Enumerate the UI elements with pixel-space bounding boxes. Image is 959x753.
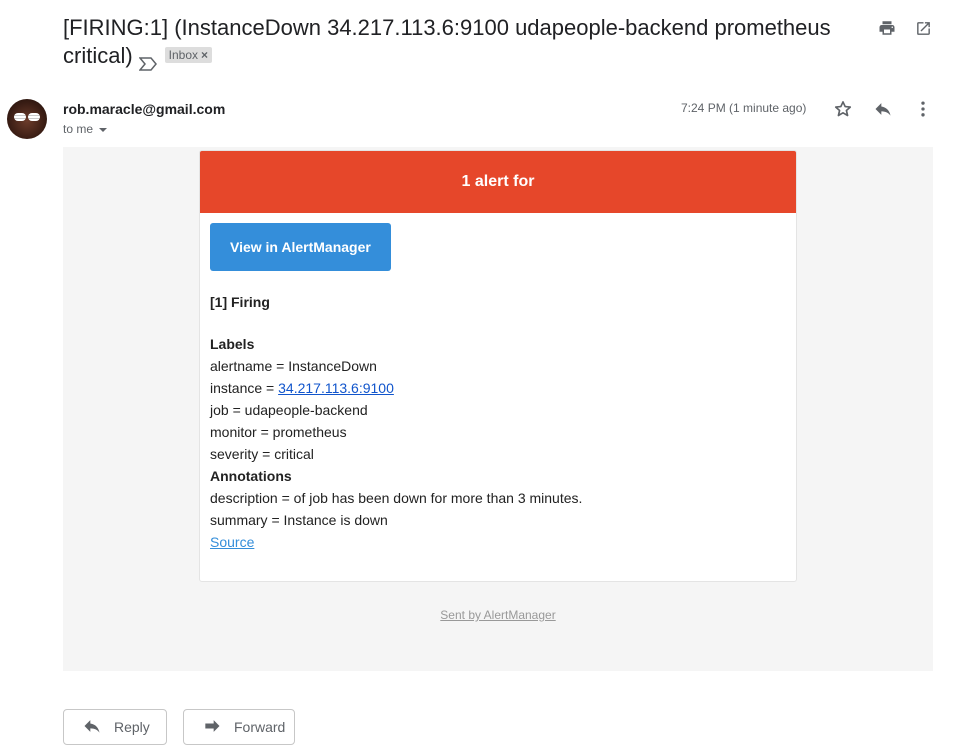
label-value: critical: [274, 446, 314, 462]
recipient-line[interactable]: to me: [63, 122, 108, 136]
sender-avatar[interactable]: [7, 99, 47, 139]
recipient-label: to me: [63, 122, 94, 136]
source-link[interactable]: Source: [210, 534, 254, 550]
label-row-alertname: alertname = InstanceDown: [210, 358, 377, 374]
top-actions: [877, 18, 933, 38]
message-actions: [832, 98, 933, 119]
label-value: udapeople-backend: [244, 402, 368, 418]
label-row-job: job = udapeople-backend: [210, 402, 368, 418]
reply-actions: Reply Forward: [63, 709, 295, 745]
forward-icon: [202, 716, 222, 739]
avatar-eye-left: [14, 113, 26, 121]
forward-button[interactable]: Forward: [183, 709, 295, 745]
label-row-severity: severity = critical: [210, 446, 314, 462]
alert-header: 1 alert for: [200, 151, 796, 213]
label-key: instance: [210, 380, 263, 396]
reply-icon[interactable]: [872, 98, 893, 119]
annotation-key: description: [210, 490, 278, 506]
annotations-heading: Annotations: [210, 468, 292, 484]
view-in-alertmanager-button[interactable]: View in AlertManager: [210, 223, 391, 271]
label-key: monitor: [210, 424, 257, 440]
label-key: job: [210, 402, 229, 418]
reply-label: Reply: [114, 719, 150, 735]
open-in-new-window-icon[interactable]: [913, 18, 933, 38]
annotation-key: summary: [210, 512, 268, 528]
sender-email[interactable]: rob.maracle@gmail.com: [63, 101, 225, 117]
reply-button[interactable]: Reply: [63, 709, 167, 745]
reply-icon: [82, 716, 102, 739]
email-subject: [FIRING:1] (InstanceDown 34.217.113.6:91…: [63, 14, 853, 71]
alert-card: 1 alert for View in AlertManager [1] Fir…: [199, 150, 797, 582]
label-value: prometheus: [272, 424, 347, 440]
inbox-label-text: Inbox: [168, 48, 199, 63]
more-vert-icon[interactable]: [912, 98, 933, 119]
label-key: severity: [210, 446, 259, 462]
annotation-value: of job has been down for more than 3 min…: [293, 490, 583, 506]
chevron-down-icon[interactable]: [99, 127, 108, 132]
inbox-label-chip[interactable]: Inbox ×: [164, 47, 213, 64]
firing-count: [1] Firing: [210, 294, 270, 310]
message-time: 7:24 PM (1 minute ago): [681, 101, 807, 115]
avatar-eye-right: [28, 113, 40, 121]
print-icon[interactable]: [877, 18, 897, 38]
label-row-instance: instance = 34.217.113.6:9100: [210, 380, 394, 396]
annotation-value: Instance is down: [283, 512, 388, 528]
label-key: alertname: [210, 358, 273, 374]
annotation-row-summary: summary = Instance is down: [210, 512, 388, 528]
importance-marker-icon[interactable]: [138, 50, 157, 71]
forward-label: Forward: [234, 719, 286, 735]
star-icon[interactable]: [832, 98, 853, 119]
remove-label-icon[interactable]: ×: [201, 48, 208, 62]
labels-heading: Labels: [210, 336, 255, 352]
annotation-row-description: description = of job has been down for m…: [210, 490, 583, 506]
alert-content: View in AlertManager [1] Firing Labels a…: [200, 213, 796, 553]
instance-link[interactable]: 34.217.113.6:9100: [278, 380, 394, 396]
label-value: InstanceDown: [288, 358, 377, 374]
label-row-monitor: monitor = prometheus: [210, 424, 347, 440]
sent-by-alertmanager-link[interactable]: Sent by AlertManager: [63, 608, 933, 622]
email-body: 1 alert for View in AlertManager [1] Fir…: [63, 147, 933, 671]
